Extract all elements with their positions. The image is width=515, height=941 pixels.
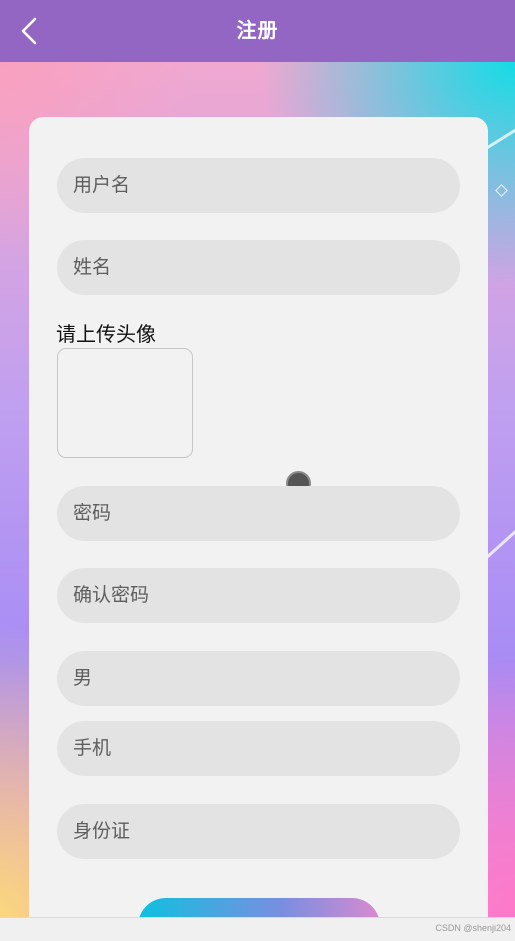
phone-input[interactable]: 手机 <box>57 721 460 776</box>
confirm-password-placeholder: 确认密码 <box>73 585 150 606</box>
avatar-upload-box[interactable] <box>57 348 193 458</box>
avatar-upload-label: 请上传头像 <box>56 324 156 346</box>
watermark-text: CSDN @shenji204 <box>435 923 511 933</box>
password-input[interactable]: 密码 <box>57 486 460 541</box>
app-header: 注册 <box>0 0 515 62</box>
page-title: 注册 <box>236 20 279 42</box>
sparkle-icon <box>495 184 508 197</box>
id-card-input[interactable]: 身份证 <box>57 804 460 859</box>
id-card-placeholder: 身份证 <box>73 821 131 842</box>
confirm-password-input[interactable]: 确认密码 <box>57 568 460 623</box>
phone-placeholder: 手机 <box>73 738 112 759</box>
gender-value: 男 <box>73 668 93 689</box>
name-placeholder: 姓名 <box>73 257 112 278</box>
bottom-bar: CSDN @shenji204 <box>0 917 515 941</box>
username-placeholder: 用户名 <box>73 175 131 196</box>
gender-select[interactable]: 男 <box>57 651 460 706</box>
username-input[interactable]: 用户名 <box>57 158 460 213</box>
name-input[interactable]: 姓名 <box>57 240 460 295</box>
password-placeholder: 密码 <box>73 503 112 524</box>
